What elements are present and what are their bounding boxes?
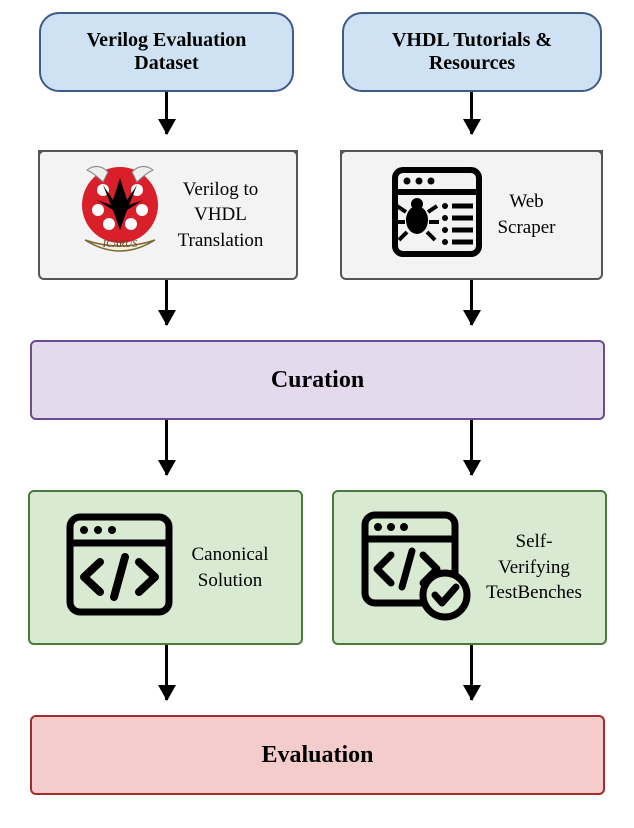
process-right-label: Web Scraper [497, 189, 555, 240]
input-vhdl-tutorials: VHDL Tutorials & Resources [342, 12, 602, 92]
svg-text:ICARUS: ICARUS [101, 239, 136, 250]
input-right-title: VHDL Tutorials & Resources [392, 29, 552, 75]
evaluation-box: Evaluation [30, 715, 605, 795]
arrow [165, 645, 168, 700]
output-canonical-solution: Canonical Solution [28, 490, 303, 645]
evaluation-title: Evaluation [261, 742, 373, 769]
code-window-icon [62, 507, 177, 628]
output-testbenches: Self- Verifying TestBenches [332, 490, 607, 645]
arrow [165, 420, 168, 475]
icarus-logo-icon: ICARUS [73, 160, 168, 271]
curation-title: Curation [271, 367, 364, 394]
arrow [470, 280, 473, 325]
input-left-title: Verilog Evaluation Dataset [87, 29, 247, 75]
web-scraper-icon [387, 162, 487, 268]
arrow [470, 645, 473, 700]
arrow [470, 92, 473, 134]
arrow [165, 92, 168, 134]
output-right-label: Self- Verifying TestBenches [486, 529, 582, 606]
code-window-check-icon [357, 507, 472, 628]
output-left-label: Canonical Solution [191, 542, 268, 593]
arrow [165, 280, 168, 325]
input-verilog-dataset: Verilog Evaluation Dataset [39, 12, 294, 92]
process-left-label: Verilog to VHDL Translation [178, 177, 264, 254]
arrow [470, 420, 473, 475]
process-translation: ICARUS Verilog to VHDL Translation [38, 150, 298, 280]
process-web-scraper: Web Scraper [340, 150, 603, 280]
curation-box: Curation [30, 340, 605, 420]
